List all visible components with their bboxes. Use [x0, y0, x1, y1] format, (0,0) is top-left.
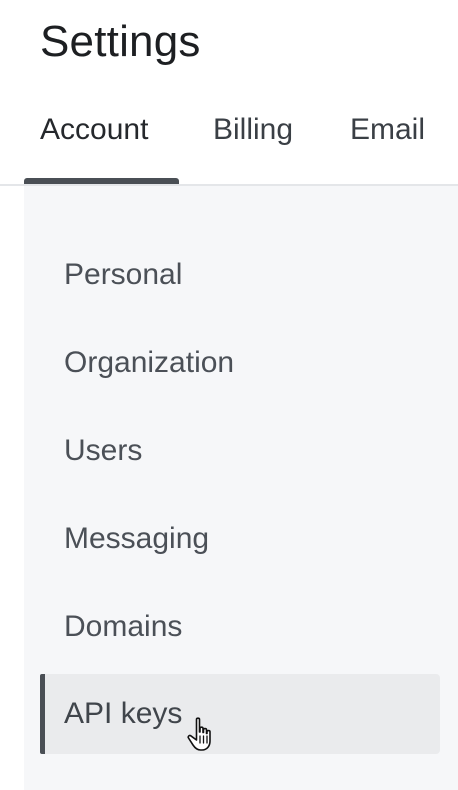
nav-item-label: Domains: [64, 610, 183, 643]
nav-item-personal[interactable]: Personal: [40, 235, 440, 315]
tab-account[interactable]: Account: [40, 110, 148, 150]
nav-item-label: Users: [64, 434, 143, 467]
selected-item-indicator: [40, 674, 45, 754]
nav-item-users[interactable]: Users: [40, 411, 440, 491]
tab-billing[interactable]: Billing: [213, 110, 293, 150]
nav-item-organization[interactable]: Organization: [40, 323, 440, 403]
nav-item-label: Personal: [64, 258, 183, 291]
nav-item-api-keys[interactable]: API keys: [40, 674, 440, 754]
settings-header: Settings Account Billing Email: [0, 0, 458, 184]
page-title: Settings: [40, 17, 201, 66]
nav-item-label: Organization: [64, 346, 235, 379]
settings-tabs: Account Billing Email: [0, 100, 458, 184]
nav-item-label: Messaging: [64, 522, 210, 555]
nav-item-label: API keys: [64, 697, 183, 730]
pointer-hand-icon: [187, 717, 211, 751]
tab-email[interactable]: Email: [350, 110, 425, 150]
nav-item-domains[interactable]: Domains: [40, 587, 440, 667]
account-settings-nav: Personal Organization Users Messaging Do…: [24, 186, 458, 790]
nav-item-messaging[interactable]: Messaging: [40, 499, 440, 579]
